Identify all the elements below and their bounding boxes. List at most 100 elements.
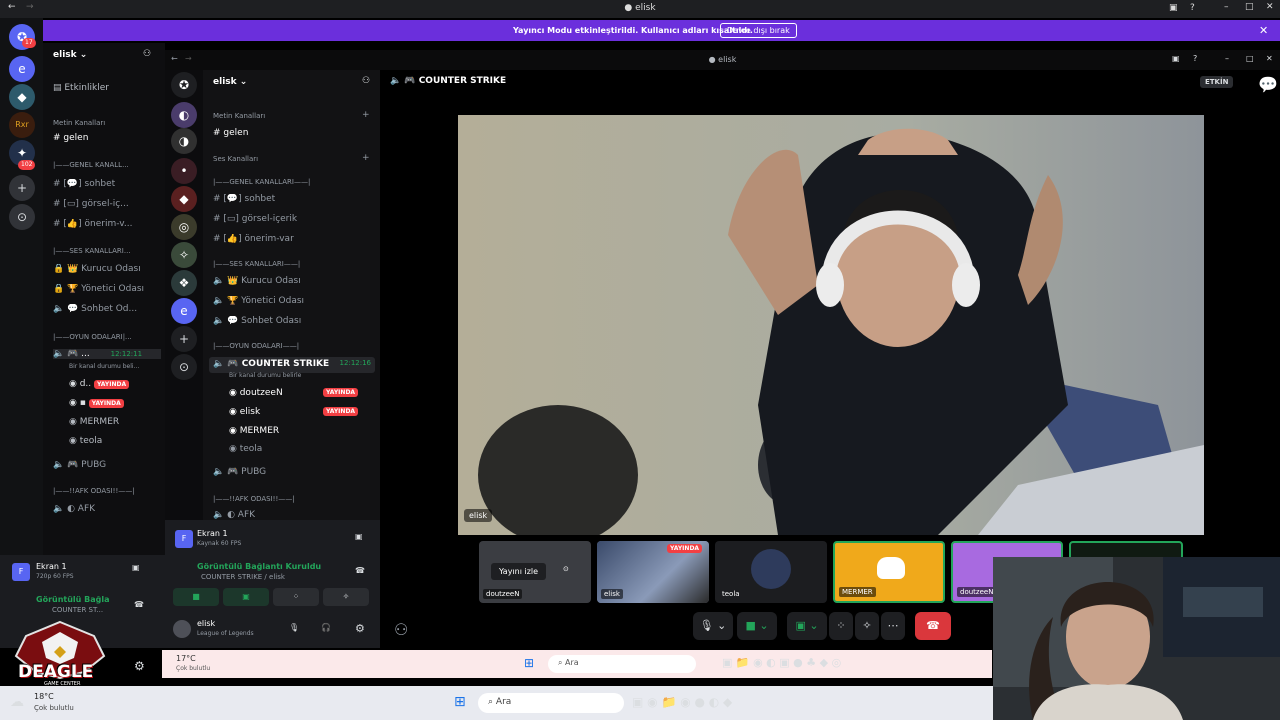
channel-active[interactable]: 🔈 🎮 ... 12:12:11 — [53, 349, 161, 359]
server-icon[interactable]: • — [171, 158, 197, 184]
channel-gelen[interactable]: # gelen — [53, 133, 88, 143]
start-icon[interactable]: ⊞ — [524, 656, 534, 670]
soundboard-button[interactable]: ✧ — [855, 612, 879, 640]
stream-video[interactable]: elisk — [458, 115, 1204, 535]
channel-yonetici[interactable]: 🔈 🏆 Yönetici Odası — [213, 296, 304, 306]
channel-onerim[interactable]: # [👍] önerim-v... — [53, 219, 132, 229]
invite-icon[interactable]: ⚇ — [394, 620, 408, 639]
add-channel-icon[interactable]: + — [362, 110, 370, 120]
close-banner-icon[interactable]: ✕ — [1259, 24, 1268, 37]
channel-sohbet-odasi[interactable]: 🔈 💬 Sohbet Od... — [53, 304, 137, 314]
watch-stream-button[interactable]: Yayını izle — [491, 563, 547, 580]
channel-status[interactable]: Bir kanal durumu belirle — [229, 372, 301, 379]
channel-onerim[interactable]: # [👍] önerim-var — [213, 234, 294, 244]
maximize-icon[interactable]: □ — [1245, 2, 1254, 12]
voice-user[interactable]: ◉ teola — [229, 444, 262, 454]
camera-button[interactable]: ■ ⌄ — [737, 612, 777, 640]
category-text[interactable]: Metin Kanalları — [53, 119, 105, 127]
home-icon[interactable]: ✪ — [171, 72, 197, 98]
category-game[interactable]: |——OYUN ODALARI|... — [53, 333, 132, 341]
category-game[interactable]: |——OYUN ODALARI——| — [213, 342, 299, 350]
category-voice-root[interactable]: Ses Kanalları — [213, 155, 258, 163]
settings-icon[interactable]: ⚙ — [134, 659, 145, 673]
voice-status[interactable]: Görüntülü Bağlantı Kuruldu — [197, 562, 321, 571]
stop-share-icon[interactable]: ▣ — [355, 532, 363, 541]
minimize-icon[interactable]: – — [1225, 54, 1229, 63]
channel-kurucu[interactable]: 🔒 👑 Kurucu Odası — [53, 264, 141, 274]
channel-afk[interactable]: 🔈 ◐ AFK — [53, 504, 95, 514]
voice-user[interactable]: ◉ MERMER — [69, 417, 119, 427]
soundboard-button[interactable]: ✧ — [323, 588, 369, 606]
category-text[interactable]: Metin Kanalları — [213, 112, 265, 120]
channel-gorsel[interactable]: # [▭] görsel-içerik — [213, 214, 297, 224]
channel-status[interactable]: Bir kanal durumu beli... — [69, 363, 139, 370]
weather-desc[interactable]: Çok bulutlu — [34, 704, 74, 712]
search-box[interactable]: ⌕ Ara — [548, 655, 696, 673]
category-general[interactable]: |——GENEL KANALL... — [53, 161, 129, 169]
participant-tile[interactable]: Yayını izle ⊙ doutzeeN — [479, 541, 591, 603]
close-window-icon[interactable]: ✕ — [1266, 54, 1273, 63]
chat-icon[interactable]: 💬 — [1258, 75, 1278, 94]
help-icon[interactable]: ? — [1190, 3, 1195, 13]
participant-tile[interactable]: YAYINDA elisk — [597, 541, 709, 603]
inbox-icon[interactable]: ▣ — [1169, 3, 1178, 13]
events-item[interactable]: ▤ Etkinlikler — [53, 83, 109, 93]
voice-user[interactable]: ◉ elisk YAYINDA — [229, 407, 371, 417]
taskbar-apps[interactable]: ▣ 📁 ◉ ◐ ▣ ● ♣ ◆ ◎ — [722, 656, 841, 669]
disconnect-icon[interactable]: ☎ — [134, 600, 144, 609]
more-button[interactable]: ⋯ — [881, 612, 905, 640]
category-voice[interactable]: |——SES KANALLARI... — [53, 247, 131, 255]
add-server-icon[interactable]: + — [171, 326, 197, 352]
channel-kurucu[interactable]: 🔈 👑 Kurucu Odası — [213, 276, 301, 286]
channel-pubg[interactable]: 🔈 🎮 PUBG — [53, 460, 106, 470]
server-name[interactable]: elisk ⌄ — [53, 50, 87, 60]
channel-active[interactable]: 🔈 🎮 COUNTER STRIKE 12:12:16 — [209, 357, 375, 373]
voice-channel[interactable]: COUNTER ST... — [52, 606, 103, 614]
user-name[interactable]: elisk — [197, 619, 215, 628]
voice-user[interactable]: ◉ doutzeeN YAYINDA — [229, 388, 371, 398]
server-icon[interactable]: ◎ — [171, 214, 197, 240]
server-elisk-icon[interactable]: e — [9, 56, 35, 82]
server-icon[interactable]: ❖ — [171, 270, 197, 296]
avatar[interactable] — [173, 620, 191, 638]
mic-icon[interactable]: 🎙 — [289, 623, 299, 632]
add-friend-icon[interactable]: ⚇ — [143, 49, 151, 59]
help-icon[interactable]: ? — [1193, 54, 1197, 63]
server-icon[interactable]: Rxr — [9, 112, 35, 138]
settings-icon[interactable]: ⚙ — [355, 622, 365, 635]
voice-status[interactable]: Görüntülü Bağla — [36, 595, 110, 604]
server-icon[interactable]: ◆ — [9, 84, 35, 110]
headset-icon[interactable]: 🎧 — [321, 623, 331, 632]
inbox-icon[interactable]: ▣ — [1172, 54, 1180, 63]
voice-user[interactable]: ◉ teola — [69, 436, 102, 446]
camera-button[interactable]: ■ — [173, 588, 219, 606]
category-general[interactable]: |——GENEL KANALLARI——| — [213, 178, 310, 186]
server-elisk-icon[interactable]: e — [171, 298, 197, 324]
popout-icon[interactable]: ⊙ — [563, 565, 569, 573]
mic-button[interactable]: 🎙 ⌄ — [693, 612, 733, 640]
add-server-icon[interactable]: + — [9, 175, 35, 201]
weather-temp[interactable]: 17°C — [176, 654, 196, 663]
stop-share-icon[interactable]: ▣ — [132, 563, 140, 572]
channel-afk[interactable]: 🔈 ◐ AFK — [213, 510, 255, 520]
participant-tile[interactable]: MERMER — [833, 541, 945, 603]
server-icon[interactable]: ◐ — [171, 102, 197, 128]
voice-channel[interactable]: COUNTER STRIKE / elisk — [201, 573, 285, 581]
channel-gorsel[interactable]: # [▭] görsel-iç... — [53, 199, 129, 209]
voice-user[interactable]: ◉ d.. YAYINDA — [69, 379, 130, 389]
add-channel-icon[interactable]: + — [362, 153, 370, 163]
weather-desc[interactable]: Çok bulutlu — [176, 665, 210, 672]
category-afk[interactable]: |——!!AFK ODASI!!——| — [53, 487, 135, 495]
channel-sohbet[interactable]: # [💬] sohbet — [213, 194, 275, 204]
channel-sohbet[interactable]: # [💬] sohbet — [53, 179, 115, 189]
add-friend-icon[interactable]: ⚇ — [362, 76, 370, 86]
minimize-icon[interactable]: – — [1224, 2, 1229, 12]
category-voice[interactable]: |——SES KANALLARI——| — [213, 260, 300, 268]
start-icon[interactable]: ⊞ — [454, 694, 466, 710]
activity-badge[interactable]: ETKİN — [1200, 76, 1234, 88]
channel-pubg[interactable]: 🔈 🎮 PUBG — [213, 467, 266, 477]
channel-yonetici[interactable]: 🔒 🏆 Yönetici Odası — [53, 284, 144, 294]
participant-tile[interactable]: teola — [715, 541, 827, 603]
screenshare-button[interactable]: ▣ ⌄ — [787, 612, 827, 640]
server-icon[interactable]: ◑ — [171, 128, 197, 154]
